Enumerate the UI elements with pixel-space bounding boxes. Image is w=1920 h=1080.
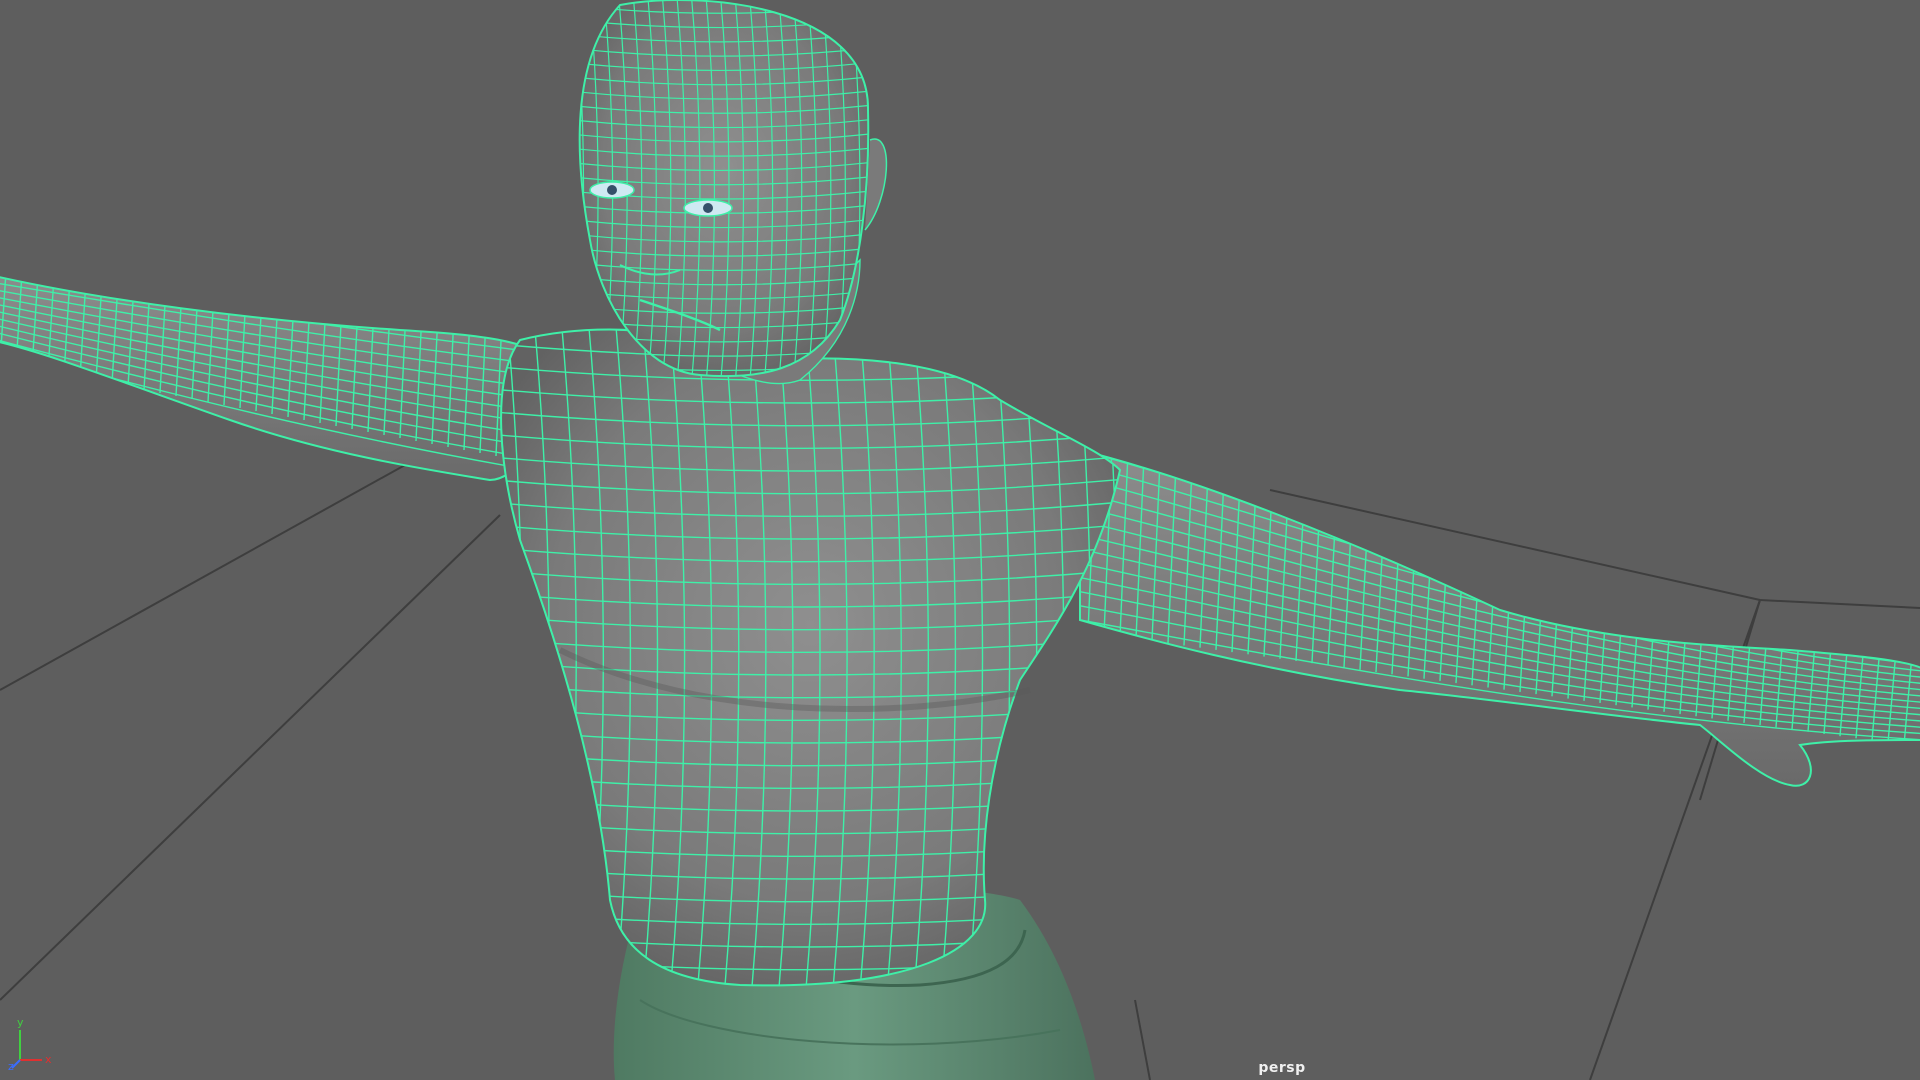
axis-z-label: z — [8, 1060, 14, 1070]
axis-x-label: x — [45, 1053, 52, 1066]
torso-mesh — [500, 328, 1122, 987]
axis-gizmo-icon: y x z — [8, 1016, 52, 1070]
scene-canvas[interactable] — [0, 0, 1920, 1080]
viewport-persp[interactable]: y x z persp — [0, 0, 1920, 1080]
camera-name-label: persp — [1258, 1060, 1306, 1076]
left-arm-mesh — [0, 275, 562, 482]
axis-y-label: y — [17, 1016, 24, 1029]
right-arm-mesh — [1079, 448, 1920, 787]
